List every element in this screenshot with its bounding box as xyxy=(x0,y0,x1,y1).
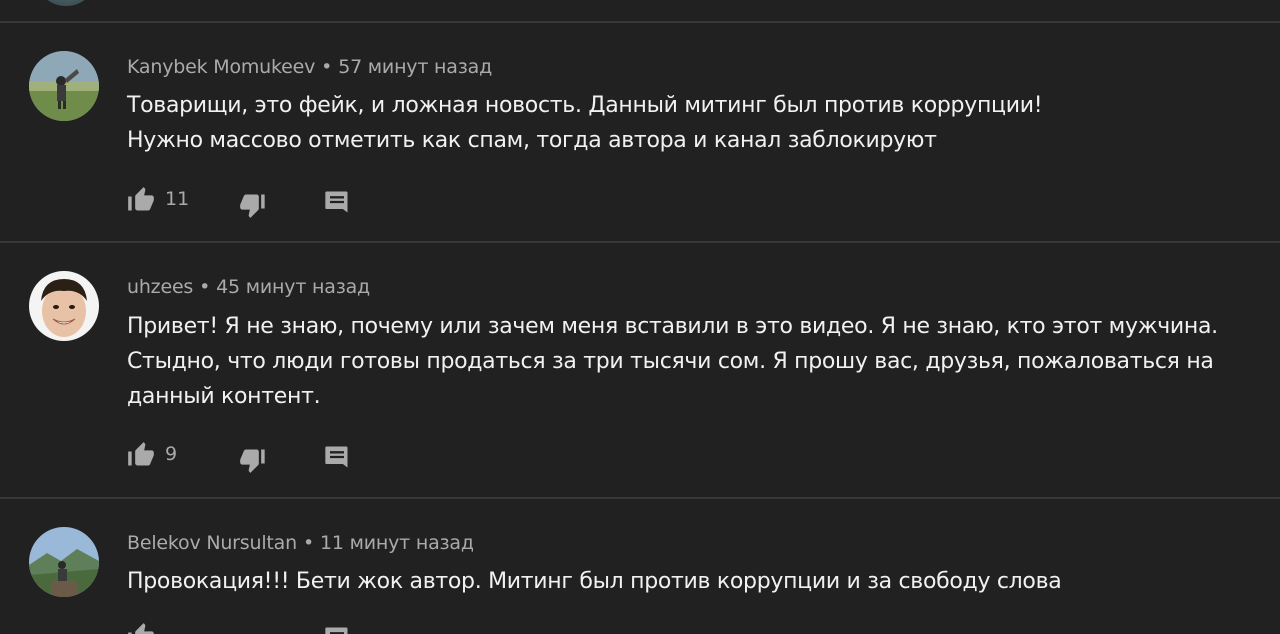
thumbs-down-icon[interactable] xyxy=(239,191,267,219)
thumbs-up-icon[interactable] xyxy=(127,622,155,634)
comment-line: Провокация!!! Бети жок автор. Митинг был… xyxy=(127,569,1062,594)
avatar[interactable] xyxy=(29,527,99,597)
reply-icon[interactable] xyxy=(323,188,351,216)
timestamp[interactable]: 57 минут назад xyxy=(338,56,492,78)
comment-meta: Kanybek Momukeev • 57 минут назад xyxy=(127,56,492,78)
comment-line: Привет! Я не знаю, почему или зачем меня… xyxy=(127,314,1218,339)
thumbs-up-icon[interactable] xyxy=(127,186,155,214)
comment-meta: Belekov Nursultan • 11 минут назад xyxy=(127,532,474,554)
comments-section: Kanybek Momukeev • 57 минут назад Товарищи… xyxy=(0,0,1280,634)
divider xyxy=(0,497,1280,499)
timestamp[interactable]: 45 минут назад xyxy=(216,276,370,298)
separator-dot: • xyxy=(199,276,211,298)
reply-icon[interactable] xyxy=(323,624,351,634)
author-name[interactable]: Kanybek Momukeev xyxy=(127,56,315,78)
separator-dot: • xyxy=(302,532,314,554)
comment-line: данный контент. xyxy=(127,384,321,409)
comment-meta: uhzees • 45 минут назад xyxy=(127,276,370,298)
avatar[interactable] xyxy=(34,0,98,6)
author-name[interactable]: Belekov Nursultan xyxy=(127,532,297,554)
comment-line: Стыдно, что люди готовы продаться за три… xyxy=(127,349,1214,374)
comment-text: Провокация!!! Бети жок автор. Митинг был… xyxy=(127,564,1247,599)
avatar[interactable] xyxy=(29,51,99,121)
thumbs-up-icon[interactable] xyxy=(127,441,155,469)
comment-text: Привет! Я не знаю, почему или зачем меня… xyxy=(127,309,1247,414)
reply-icon[interactable] xyxy=(323,443,351,471)
divider xyxy=(0,21,1280,23)
author-name[interactable]: uhzees xyxy=(127,276,193,298)
avatar[interactable] xyxy=(29,271,99,341)
comment-line: Товарищи, это фейк, и ложная новость. Да… xyxy=(127,93,1043,118)
thumbs-down-icon[interactable] xyxy=(239,446,267,474)
like-count: 9 xyxy=(165,443,178,465)
comment-text: Товарищи, это фейк, и ложная новость. Да… xyxy=(127,88,1247,158)
divider xyxy=(0,241,1280,243)
timestamp[interactable]: 11 минут назад xyxy=(320,532,474,554)
separator-dot: • xyxy=(321,56,333,78)
like-count: 11 xyxy=(165,188,190,210)
comment-line: Нужно массово отметить как спам, тогда а… xyxy=(127,128,937,153)
